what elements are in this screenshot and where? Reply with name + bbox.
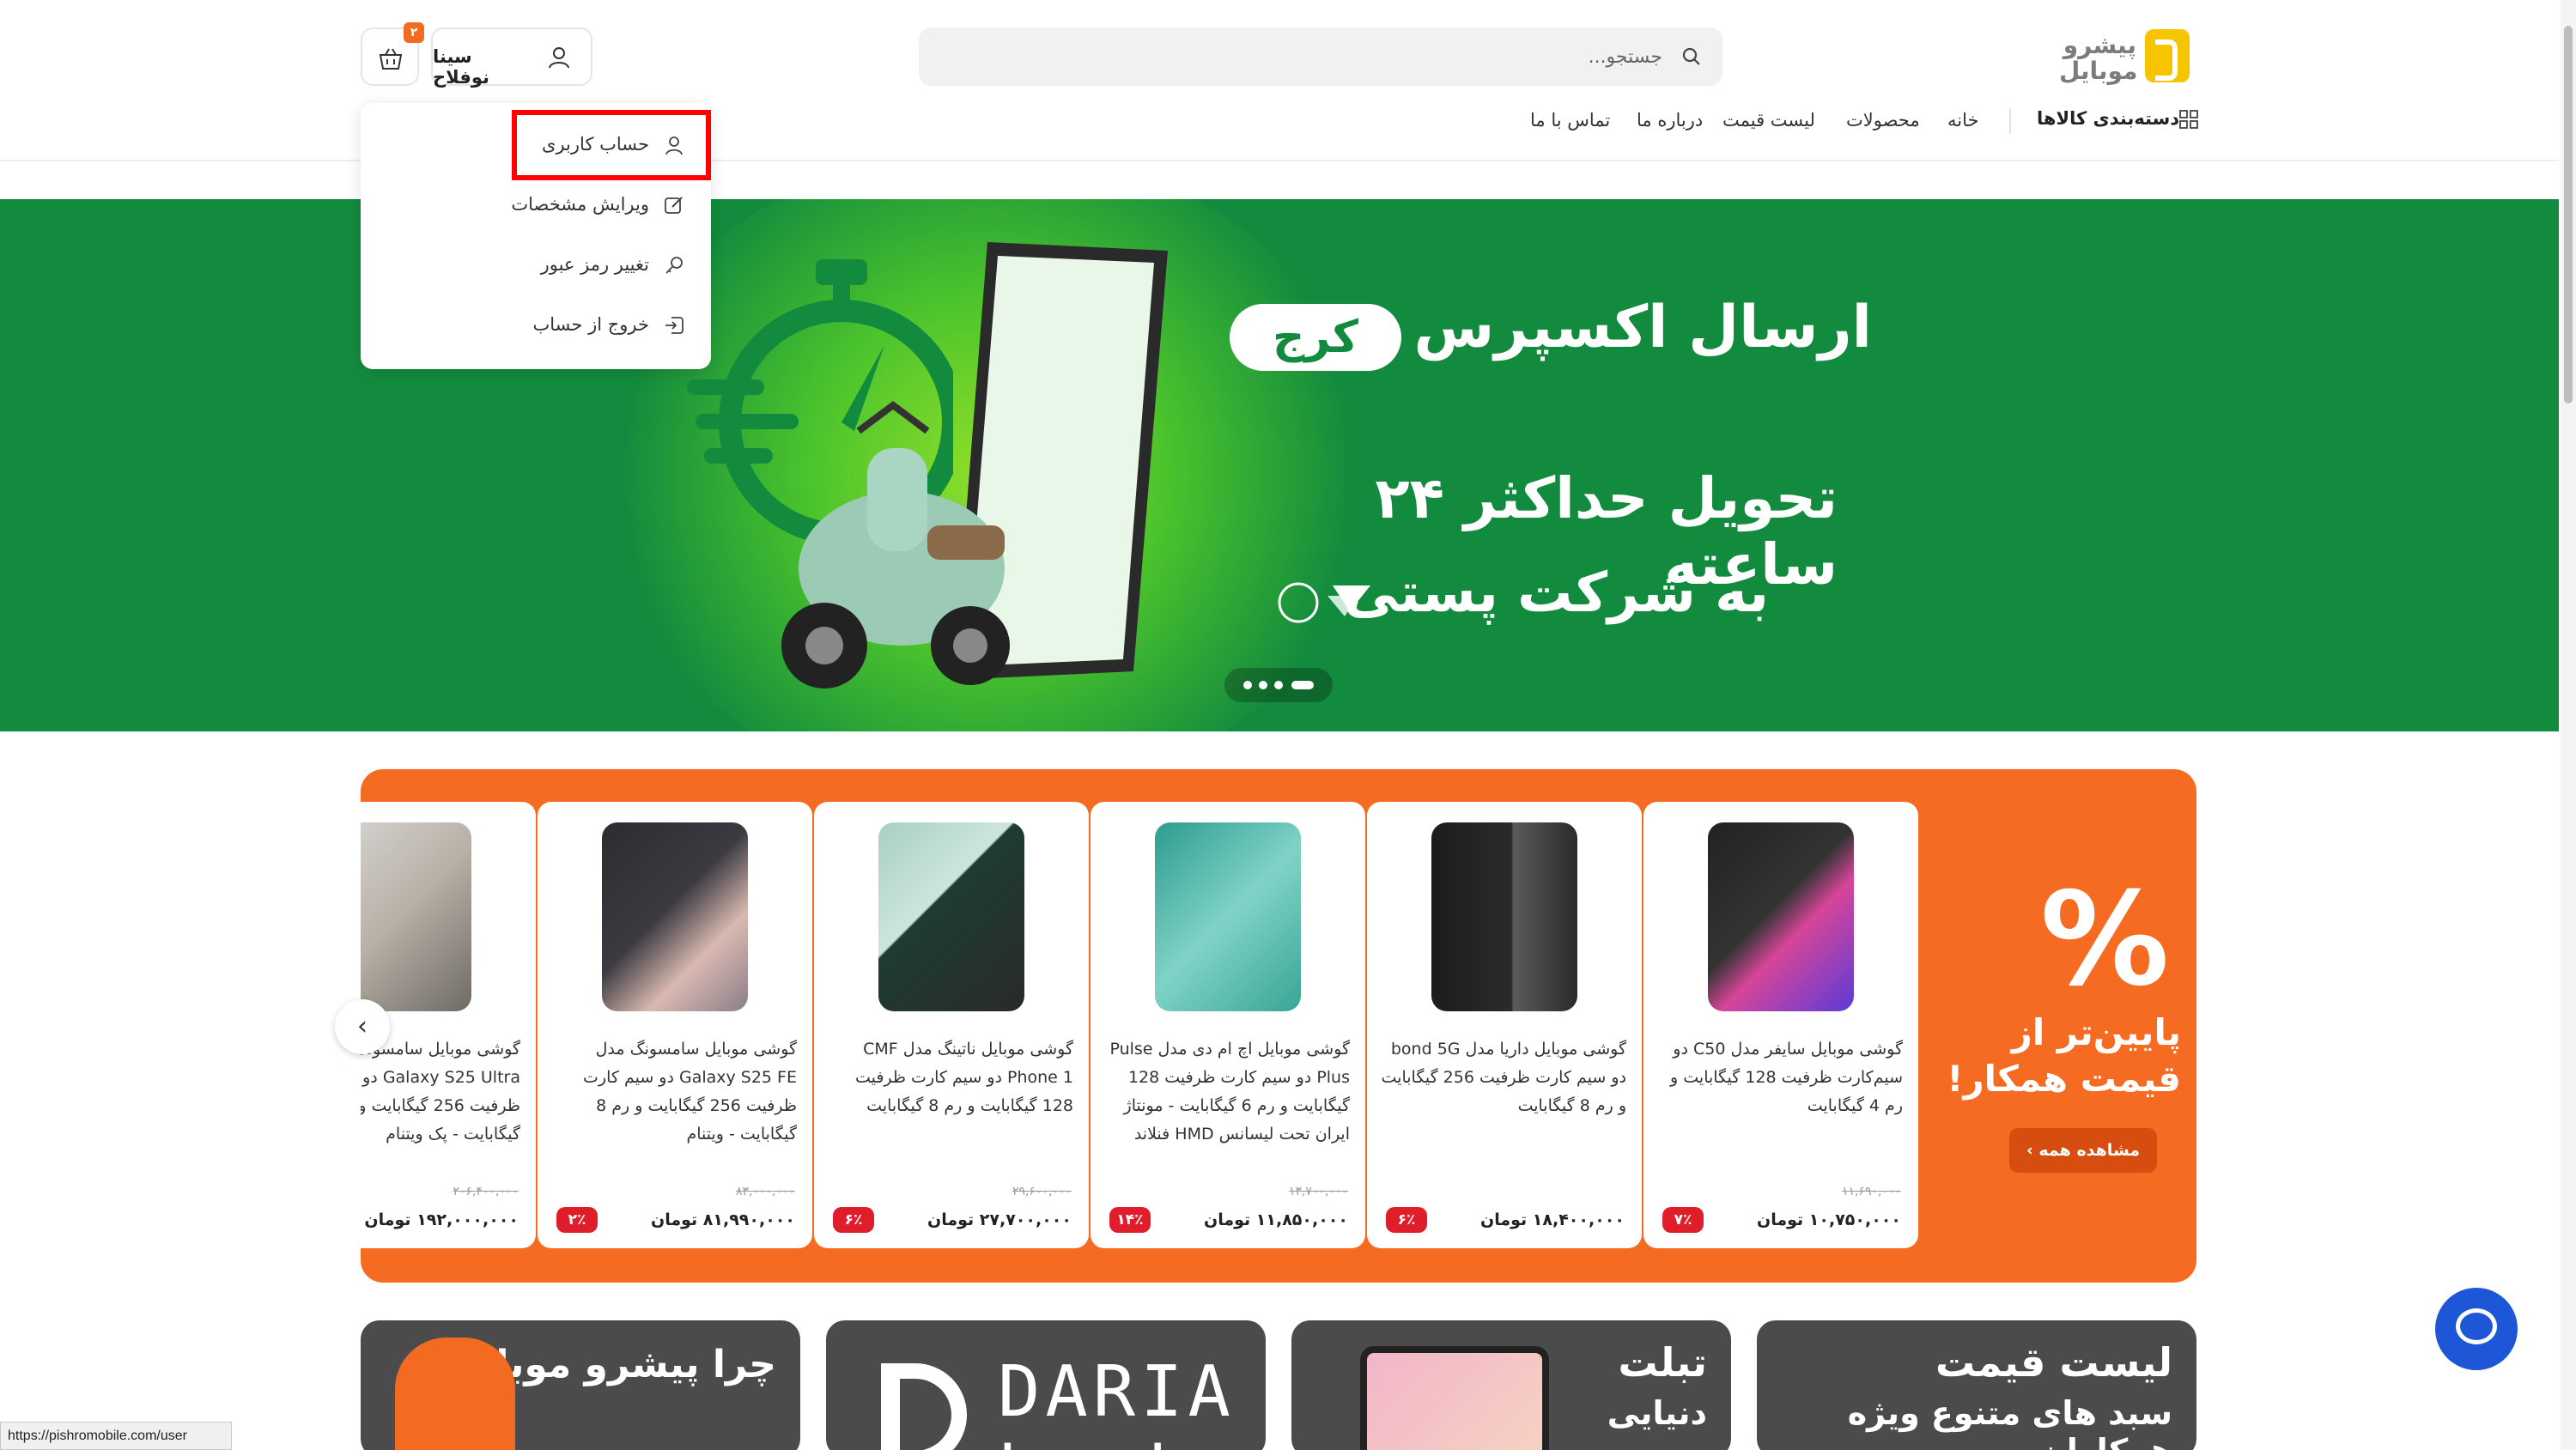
- scooter-graphic: [781, 401, 1010, 689]
- discount-badge: ۲٪: [556, 1207, 598, 1233]
- site-logo[interactable]: پیشرو موبایل: [2059, 29, 2190, 89]
- chat-support-button[interactable]: [2435, 1288, 2518, 1370]
- promo-headline: پایین‌تر از قیمت همکار!: [1947, 1011, 2181, 1100]
- user-name: سینا نوفلاح: [433, 46, 489, 88]
- product-old-price: ۱۳,۷۰۰,۰۰۰: [1288, 1185, 1348, 1198]
- key-icon: [665, 257, 683, 274]
- menu-item-label: ویرایش مشخصات: [511, 194, 649, 215]
- logo-wordmark: پیشرو موبایل: [2059, 31, 2138, 85]
- pagination-dot-active[interactable]: [1291, 681, 1314, 689]
- mascot-illustration: [395, 1338, 515, 1450]
- carousel-prev-button[interactable]: ‹: [335, 999, 390, 1054]
- menu-item-label: تغییر رمز عبور: [540, 254, 649, 275]
- banner-pagination[interactable]: [1224, 668, 1333, 702]
- search-input[interactable]: [919, 27, 1722, 86]
- browser-status-url: https://pishromobile.com/user: [0, 1422, 232, 1450]
- product-price: ۱۸,۴۰۰,۰۰۰ تومان: [1480, 1210, 1625, 1229]
- product-price: ۱۹۲,۰۰۰,۰۰۰ تومان: [364, 1210, 519, 1229]
- discount-badge: ۶٪: [833, 1207, 874, 1233]
- nav-item-about[interactable]: درباره ما: [1637, 110, 1703, 136]
- highlight-box: [512, 110, 711, 180]
- see-all-button[interactable]: مشاهده همه ›: [2009, 1128, 2157, 1173]
- nav-item-products[interactable]: محصولات: [1846, 110, 1920, 136]
- tablet-image: [1360, 1346, 1549, 1450]
- tile-subtitle: سبد های متنوع ویژه همکاران: [1847, 1394, 2172, 1450]
- chat-bubble-icon: [2456, 1308, 2497, 1344]
- product-card[interactable]: گوشی موبایل داریا مدل bond 5G دو سیم کار…: [1367, 802, 1642, 1248]
- product-price: ۱۱,۸۵۰,۰۰۰ تومان: [1204, 1210, 1348, 1229]
- product-image[interactable]: [361, 822, 471, 1011]
- logo-mark: [2145, 29, 2190, 82]
- discount-badge: ۷٪: [1662, 1207, 1704, 1233]
- daria-wordmark: DARIA: [998, 1351, 1236, 1433]
- product-old-price: ۸۳,۰۰۰,۰۰۰: [735, 1185, 795, 1198]
- nav-categories-label: دسته‌بندی کالاها: [2037, 108, 2180, 129]
- basket-icon: [379, 48, 403, 70]
- user-account-button[interactable]: سینا نوفلاح: [431, 27, 592, 88]
- tile-price-list[interactable]: لیست قیمت سبد های متنوع ویژه همکاران: [1757, 1320, 2196, 1450]
- discount-carousel: % پایین‌تر از قیمت همکار! مشاهده همه › گ…: [361, 769, 2196, 1283]
- daria-logo-mark: [881, 1363, 967, 1450]
- bond-wordmark: bond: [998, 1432, 1167, 1450]
- product-price: ۲۷,۷۰۰,۰۰۰ تومان: [927, 1210, 1072, 1229]
- product-image[interactable]: [1708, 822, 1854, 1011]
- see-all-label: مشاهده همه: [2038, 1141, 2141, 1160]
- product-image[interactable]: [602, 822, 748, 1011]
- nav-categories[interactable]: دسته‌بندی کالاها: [2037, 108, 2198, 129]
- carousel-track: % پایین‌تر از قیمت همکار! مشاهده همه › گ…: [361, 769, 2196, 1283]
- discount-badge: ۱۴٪: [1109, 1207, 1151, 1233]
- product-image[interactable]: [878, 822, 1024, 1011]
- nav-item-price-list[interactable]: لیست قیمت: [1722, 110, 1815, 136]
- search-icon: [1682, 47, 1700, 65]
- pagination-dot[interactable]: [1259, 681, 1267, 689]
- menu-item-label: خروج از حساب: [532, 314, 649, 335]
- edit-icon: [665, 197, 683, 214]
- logout-icon: [665, 317, 683, 334]
- tile-subtitle: دنیایی: [1607, 1394, 1707, 1432]
- product-price: ۱۰,۷۵۰,۰۰۰ تومان: [1757, 1210, 1901, 1229]
- product-name[interactable]: گوشی موبایل اچ ام دی مدل Pulse Plus دو س…: [1104, 1035, 1350, 1149]
- pagination-dot[interactable]: [1243, 681, 1252, 689]
- discount-badge: ۶٪: [1386, 1207, 1427, 1233]
- percent-graphic: %: [2040, 865, 2170, 1015]
- tile-tablet[interactable]: تبلت دنیایی: [1291, 1320, 1731, 1450]
- product-card[interactable]: گوشی موبایل ناتینگ مدل CMF Phone 1 دو سی…: [814, 802, 1089, 1248]
- product-price: ۸۱,۹۹۰,۰۰۰ تومان: [651, 1210, 795, 1229]
- scrollbar-thumb[interactable]: [2564, 26, 2573, 403]
- user-icon: [549, 47, 569, 69]
- product-name[interactable]: گوشی موبایل داریا مدل bond 5G دو سیم کار…: [1381, 1035, 1626, 1120]
- page-scrollbar[interactable]: [2561, 0, 2576, 1450]
- nav-item-home[interactable]: خانه: [1947, 110, 1978, 136]
- product-image[interactable]: [1431, 822, 1577, 1011]
- pagination-dot[interactable]: [1274, 681, 1283, 689]
- product-image[interactable]: [1155, 822, 1301, 1011]
- product-card[interactable]: گوشی موبایل اچ ام دی مدل Pulse Plus دو س…: [1091, 802, 1365, 1248]
- product-name[interactable]: گوشی موبایل سامسونگ مدل Galaxy S25 FE دو…: [551, 1035, 797, 1149]
- nav-item-contact[interactable]: تماس با ما: [1530, 110, 1610, 136]
- product-old-price: ۲۹,۶۰۰,۰۰۰: [1012, 1185, 1072, 1198]
- product-name[interactable]: گوشی موبایل سامسونگ مدل Galaxy S25 Ultra…: [361, 1035, 520, 1149]
- tile-title: تبلت: [1618, 1339, 1707, 1386]
- product-card[interactable]: گوشی موبایل سایفر مدل C50 دو سیم‌کارت ظر…: [1643, 802, 1918, 1248]
- search-box[interactable]: [919, 27, 1722, 86]
- tile-title: لیست قیمت: [1935, 1339, 2172, 1386]
- grid-icon: [2179, 110, 2198, 129]
- product-name[interactable]: گوشی موبایل ناتینگ مدل CMF Phone 1 دو سی…: [828, 1035, 1073, 1120]
- post-logo-icon: [1278, 582, 1370, 623]
- product-card[interactable]: گوشی موبایل سامسونگ مدل Galaxy S25 FE دو…: [538, 802, 812, 1248]
- cart-count-badge: ۲: [404, 22, 424, 43]
- tile-daria-bond[interactable]: DARIA bond: [826, 1320, 1266, 1450]
- nav-divider: [2009, 108, 2011, 134]
- product-name[interactable]: گوشی موبایل سایفر مدل C50 دو سیم‌کارت ظر…: [1657, 1035, 1903, 1120]
- product-old-price: ۲۰۶,۴۰۰,۰۰۰: [453, 1185, 519, 1198]
- banner-city-pill: کرج: [1230, 304, 1401, 371]
- product-old-price: ۱۱,۶۹۰,۰۰۰: [1841, 1185, 1901, 1198]
- tile-why-pishro[interactable]: چرا پیشرو موبایل؟: [361, 1320, 800, 1450]
